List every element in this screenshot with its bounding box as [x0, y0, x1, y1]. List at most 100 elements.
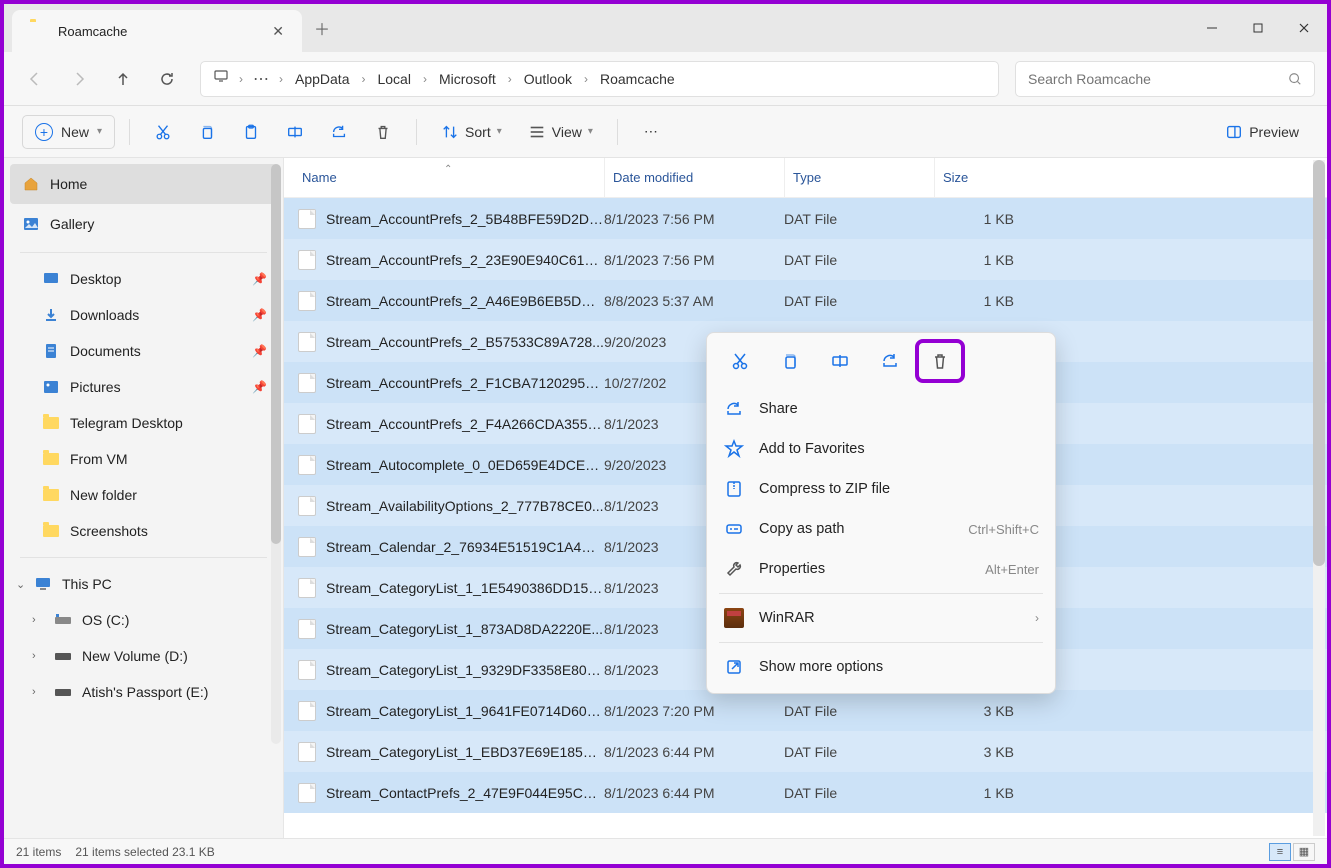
- chevron-right-icon[interactable]: ›: [506, 72, 514, 86]
- breadcrumb-item[interactable]: Microsoft: [433, 67, 502, 91]
- minimize-button[interactable]: [1189, 4, 1235, 52]
- ctx-compress-item[interactable]: Compress to ZIP file: [713, 469, 1049, 509]
- sidebar-gallery[interactable]: Gallery: [4, 204, 283, 244]
- ctx-share-button[interactable]: [869, 343, 911, 379]
- close-window-button[interactable]: [1281, 4, 1327, 52]
- back-button[interactable]: [16, 60, 54, 98]
- details-view-button[interactable]: ≡: [1269, 843, 1291, 861]
- main-scrollbar[interactable]: [1313, 160, 1325, 836]
- chevron-right-icon[interactable]: ›: [359, 72, 367, 86]
- search-input[interactable]: [1028, 71, 1288, 87]
- ctx-favorites-item[interactable]: Add to Favorites: [713, 429, 1049, 469]
- cut-button[interactable]: [144, 115, 182, 149]
- folder-icon: [30, 22, 48, 40]
- breadcrumb-item[interactable]: Outlook: [518, 67, 578, 91]
- copy-button[interactable]: [188, 115, 226, 149]
- file-name: Stream_CategoryList_1_9641FE0714D609...: [326, 703, 604, 719]
- view-button[interactable]: View ▾: [518, 115, 603, 149]
- maximize-button[interactable]: [1235, 4, 1281, 52]
- sidebar-drive[interactable]: › Atish's Passport (E:): [4, 674, 283, 710]
- file-row[interactable]: Stream_AccountPrefs_2_23E90E940C61A...8/…: [284, 239, 1327, 280]
- more-button[interactable]: ⋯: [632, 115, 670, 149]
- refresh-button[interactable]: [148, 60, 186, 98]
- window-tab[interactable]: Roamcache ✕: [12, 10, 302, 52]
- chevron-right-icon[interactable]: ›: [237, 72, 245, 86]
- sidebar: Home Gallery Desktop 📌 Downloads 📌 Docum…: [4, 158, 284, 838]
- chevron-right-icon: ›: [1035, 611, 1039, 625]
- sort-button[interactable]: Sort ▾: [431, 115, 512, 149]
- chevron-right-icon[interactable]: ›: [582, 72, 590, 86]
- new-button[interactable]: + New ▾: [22, 115, 115, 149]
- delete-button[interactable]: [364, 115, 402, 149]
- share-button[interactable]: [320, 115, 358, 149]
- close-tab-button[interactable]: ✕: [272, 23, 284, 40]
- column-size[interactable]: Size: [934, 158, 1034, 197]
- monitor-icon: [209, 68, 233, 89]
- file-row[interactable]: Stream_CategoryList_1_EBD37E69E185B6...8…: [284, 731, 1327, 772]
- file-row[interactable]: Stream_AccountPrefs_2_5B48BFE59D2DD...8/…: [284, 198, 1327, 239]
- file-size: 1 KB: [934, 785, 1024, 801]
- sidebar-drive[interactable]: › OS (C:): [4, 602, 283, 638]
- more-icon[interactable]: ⋯: [249, 69, 273, 89]
- sidebar-folder[interactable]: From VM: [4, 441, 283, 477]
- file-name: Stream_CategoryList_1_1E5490386DD152...: [326, 580, 604, 596]
- file-icon: [298, 783, 316, 803]
- search-icon: [1288, 72, 1302, 86]
- chevron-right-icon[interactable]: ›: [421, 72, 429, 86]
- chevron-down-icon[interactable]: ⌄: [16, 578, 25, 591]
- ctx-delete-button[interactable]: [919, 343, 961, 379]
- thumbnails-view-button[interactable]: ▦: [1293, 843, 1315, 861]
- sidebar-scrollbar[interactable]: [271, 164, 281, 744]
- sidebar-folder[interactable]: Telegram Desktop: [4, 405, 283, 441]
- sidebar-thispc[interactable]: ⌄ This PC: [4, 566, 283, 602]
- file-row[interactable]: Stream_CategoryList_1_9641FE0714D609...8…: [284, 690, 1327, 731]
- file-name: Stream_AvailabilityOptions_2_777B78CE0..…: [326, 498, 604, 514]
- ctx-copypath-item[interactable]: Copy as path Ctrl+Shift+C: [713, 509, 1049, 549]
- rename-button[interactable]: [276, 115, 314, 149]
- chevron-right-icon[interactable]: ›: [32, 650, 36, 662]
- column-name[interactable]: ⌃Name: [284, 170, 604, 185]
- file-size: 1 KB: [934, 211, 1024, 227]
- address-bar[interactable]: › ⋯ › AppData › Local › Microsoft › Outl…: [200, 61, 999, 97]
- preview-button[interactable]: Preview: [1215, 115, 1309, 149]
- chevron-right-icon[interactable]: ›: [32, 686, 36, 698]
- file-name: Stream_AccountPrefs_2_5B48BFE59D2DD...: [326, 211, 604, 227]
- sidebar-home[interactable]: Home: [10, 164, 277, 204]
- column-date[interactable]: Date modified: [604, 158, 784, 197]
- file-type: DAT File: [784, 252, 934, 268]
- sidebar-downloads[interactable]: Downloads 📌: [4, 297, 283, 333]
- chevron-right-icon[interactable]: ›: [32, 614, 36, 626]
- ctx-share-item[interactable]: Share: [713, 389, 1049, 429]
- ctx-properties-item[interactable]: Properties Alt+Enter: [713, 549, 1049, 589]
- paste-button[interactable]: [232, 115, 270, 149]
- file-row[interactable]: Stream_ContactPrefs_2_47E9F044E95CA0...8…: [284, 772, 1327, 813]
- column-type[interactable]: Type: [784, 158, 934, 197]
- file-row[interactable]: Stream_AccountPrefs_2_A46E9B6EB5DB2...8/…: [284, 280, 1327, 321]
- search-box[interactable]: [1015, 61, 1315, 97]
- sidebar-folder[interactable]: Screenshots: [4, 513, 283, 549]
- breadcrumb-item[interactable]: AppData: [289, 67, 355, 91]
- file-type: DAT File: [784, 293, 934, 309]
- add-tab-button[interactable]: ＋: [302, 4, 342, 52]
- sidebar-pictures[interactable]: Pictures 📌: [4, 369, 283, 405]
- sidebar-documents[interactable]: Documents 📌: [4, 333, 283, 369]
- file-type: DAT File: [784, 785, 934, 801]
- breadcrumb-item[interactable]: Roamcache: [594, 67, 681, 91]
- forward-button[interactable]: [60, 60, 98, 98]
- chevron-right-icon[interactable]: ›: [277, 72, 285, 86]
- navigation-bar: › ⋯ › AppData › Local › Microsoft › Outl…: [4, 52, 1327, 106]
- sidebar-folder[interactable]: New folder: [4, 477, 283, 513]
- ctx-more-options-item[interactable]: Show more options: [713, 647, 1049, 687]
- ctx-winrar-item[interactable]: WinRAR ›: [713, 598, 1049, 638]
- path-icon: [723, 518, 745, 540]
- pc-icon: [34, 575, 52, 593]
- toolbar: + New ▾ Sort ▾ View ▾ ⋯ Preview: [4, 106, 1327, 158]
- drive-icon: [54, 683, 72, 701]
- sidebar-desktop[interactable]: Desktop 📌: [4, 261, 283, 297]
- ctx-copy-button[interactable]: [769, 343, 811, 379]
- up-button[interactable]: [104, 60, 142, 98]
- ctx-cut-button[interactable]: [719, 343, 761, 379]
- sidebar-drive[interactable]: › New Volume (D:): [4, 638, 283, 674]
- breadcrumb-item[interactable]: Local: [371, 67, 416, 91]
- ctx-rename-button[interactable]: [819, 343, 861, 379]
